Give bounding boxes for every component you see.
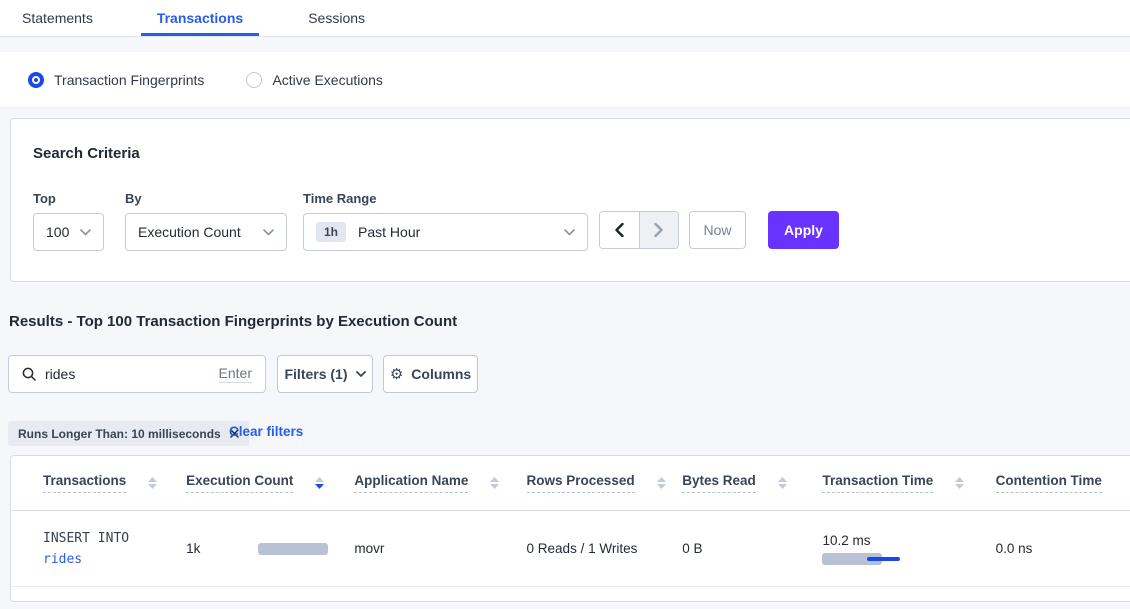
- column-header-transactions[interactable]: Transactions: [43, 473, 186, 493]
- column-header-execution-count[interactable]: Execution Count: [186, 473, 354, 493]
- sort-desc-icon[interactable]: [315, 477, 324, 489]
- time-range-badge: 1h: [316, 222, 346, 242]
- radio-label: Active Executions: [272, 72, 383, 88]
- column-header-bytes-read[interactable]: Bytes Read: [682, 473, 822, 493]
- apply-button[interactable]: Apply: [768, 211, 839, 249]
- chevron-down-icon: [564, 229, 575, 236]
- by-label: By: [125, 191, 287, 206]
- execution-count-cell: 1k: [186, 541, 354, 556]
- application-name-cell: movr: [354, 541, 526, 556]
- top-field: Top 100: [33, 191, 104, 251]
- transaction-fingerprint-cell: INSERT INTO rides: [43, 528, 186, 570]
- chevron-down-icon: [356, 371, 366, 377]
- bytes-read-cell: 0 B: [682, 541, 822, 556]
- rows-processed-cell: 0 Reads / 1 Writes: [527, 541, 683, 556]
- column-header-application-name[interactable]: Application Name: [354, 473, 526, 493]
- time-range-value: Past Hour: [358, 224, 420, 240]
- time-range-label: Time Range: [303, 191, 588, 206]
- columns-button-label: Columns: [411, 366, 471, 382]
- by-select[interactable]: Execution Count: [125, 213, 287, 251]
- tab-transactions[interactable]: Transactions: [141, 0, 259, 36]
- radio-unselected-icon: [246, 72, 262, 88]
- tab-statements[interactable]: Statements: [22, 0, 93, 36]
- sql-text: INSERT INTO: [43, 528, 186, 549]
- results-heading: Results - Top 100 Transaction Fingerprin…: [9, 313, 457, 330]
- execution-count-value: 1k: [186, 541, 258, 556]
- by-select-value: Execution Count: [138, 224, 241, 240]
- column-header-contention-time[interactable]: Contention Time: [996, 473, 1130, 493]
- view-mode-selector: Transaction Fingerprints Active Executio…: [0, 52, 1130, 108]
- sort-icon[interactable]: [148, 477, 157, 489]
- gear-icon: ⚙: [390, 367, 403, 382]
- search-criteria-title: Search Criteria: [33, 145, 140, 162]
- contention-time-cell: 0.0 ns: [996, 541, 1130, 556]
- time-window-nav: [599, 211, 679, 249]
- radio-active-executions[interactable]: Active Executions: [246, 72, 383, 88]
- transaction-time-value: 10.2 ms: [822, 533, 995, 548]
- table-row: INSERT INTO rides 1k movr 0 Reads / 1 Wr…: [11, 511, 1130, 587]
- tab-sessions[interactable]: Sessions: [308, 0, 365, 36]
- columns-button[interactable]: ⚙ Columns: [383, 355, 478, 393]
- filter-chip-label: Runs Longer Than: 10 milliseconds: [18, 427, 221, 441]
- top-select-value: 100: [46, 224, 69, 240]
- filters-button[interactable]: Filters (1): [277, 355, 373, 393]
- std-dev-bar: [867, 557, 900, 561]
- search-input[interactable]: [45, 366, 219, 382]
- transaction-link[interactable]: rides: [43, 549, 186, 570]
- chevron-down-icon: [80, 229, 91, 236]
- filters-button-label: Filters (1): [284, 366, 347, 382]
- next-time-window-button[interactable]: [639, 212, 678, 248]
- previous-time-window-button[interactable]: [600, 212, 639, 248]
- clear-filters-link[interactable]: Clear filters: [229, 424, 303, 439]
- results-search-box: Enter: [8, 355, 266, 393]
- column-header-rows-processed[interactable]: Rows Processed: [527, 473, 683, 493]
- chevron-right-icon: [654, 223, 663, 237]
- now-button[interactable]: Now: [689, 211, 746, 249]
- sort-icon[interactable]: [490, 477, 499, 489]
- radio-transaction-fingerprints[interactable]: Transaction Fingerprints: [28, 72, 204, 88]
- search-icon: [22, 367, 36, 381]
- sort-icon[interactable]: [955, 477, 964, 489]
- radio-selected-icon: [28, 72, 44, 88]
- by-field: By Execution Count: [125, 191, 287, 251]
- enter-hint[interactable]: Enter: [219, 365, 252, 383]
- sort-icon[interactable]: [778, 477, 787, 489]
- transaction-time-cell: 10.2 ms: [822, 533, 995, 565]
- sort-icon[interactable]: [657, 477, 666, 489]
- time-range-select[interactable]: 1h Past Hour: [303, 213, 588, 251]
- filter-chip: Runs Longer Than: 10 milliseconds: [8, 421, 249, 446]
- top-tab-bar: Statements Transactions Sessions: [0, 0, 1130, 37]
- results-table-card: Transactions Execution Count Application…: [10, 455, 1130, 602]
- chevron-left-icon: [615, 223, 624, 237]
- execution-count-bar: [258, 543, 328, 555]
- top-label: Top: [33, 191, 104, 206]
- table-header-row: Transactions Execution Count Application…: [11, 456, 1130, 511]
- top-select[interactable]: 100: [33, 213, 104, 251]
- time-range-field: Time Range 1h Past Hour: [303, 191, 588, 251]
- radio-label: Transaction Fingerprints: [54, 72, 204, 88]
- chevron-down-icon: [263, 229, 274, 236]
- search-criteria-card: Search Criteria Top 100 By Execution Cou…: [10, 118, 1130, 282]
- transaction-time-bar: [822, 553, 932, 565]
- transactions-page: Statements Transactions Sessions Transac…: [0, 0, 1130, 609]
- column-header-transaction-time[interactable]: Transaction Time: [822, 473, 995, 493]
